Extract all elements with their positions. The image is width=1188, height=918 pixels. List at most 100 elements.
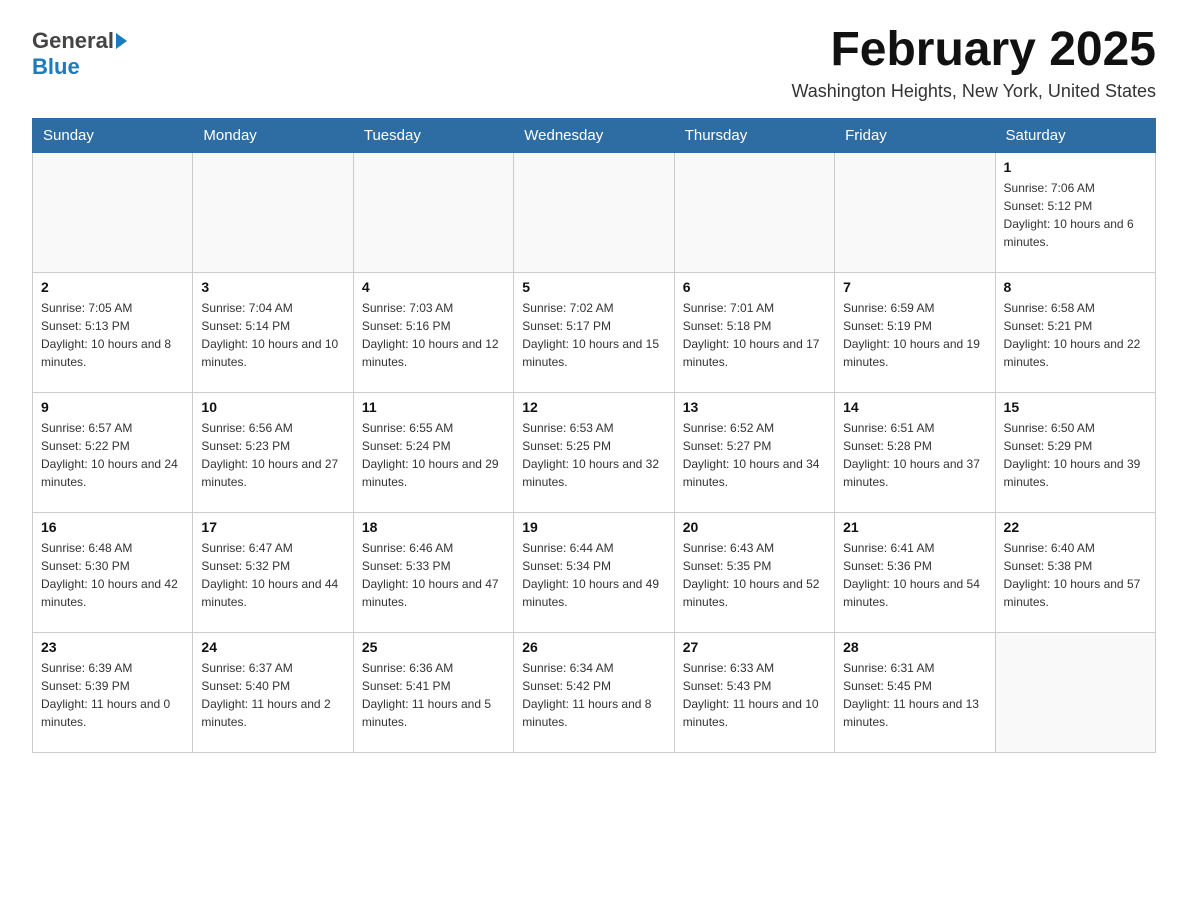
day-number: 14 (843, 399, 986, 415)
day-number: 16 (41, 519, 184, 535)
day-info: Sunrise: 6:57 AMSunset: 5:22 PMDaylight:… (41, 419, 184, 491)
day-info: Sunrise: 6:51 AMSunset: 5:28 PMDaylight:… (843, 419, 986, 491)
calendar-cell: 22 Sunrise: 6:40 AMSunset: 5:38 PMDayligh… (995, 512, 1155, 632)
calendar-cell: 5 Sunrise: 7:02 AMSunset: 5:17 PMDaylight… (514, 272, 674, 392)
day-info: Sunrise: 6:56 AMSunset: 5:23 PMDaylight:… (201, 419, 344, 491)
day-info: Sunrise: 6:37 AMSunset: 5:40 PMDaylight:… (201, 659, 344, 731)
calendar-cell: 2 Sunrise: 7:05 AMSunset: 5:13 PMDaylight… (33, 272, 193, 392)
day-number: 28 (843, 639, 986, 655)
day-number: 19 (522, 519, 665, 535)
day-info: Sunrise: 6:36 AMSunset: 5:41 PMDaylight:… (362, 659, 505, 731)
day-info: Sunrise: 6:53 AMSunset: 5:25 PMDaylight:… (522, 419, 665, 491)
logo-blue-text: Blue (32, 54, 80, 79)
weekday-header-wednesday: Wednesday (514, 118, 674, 152)
day-info: Sunrise: 6:46 AMSunset: 5:33 PMDaylight:… (362, 539, 505, 611)
calendar-week-1: 1 Sunrise: 7:06 AMSunset: 5:12 PMDaylight… (33, 152, 1156, 272)
calendar-cell (995, 632, 1155, 752)
weekday-header-saturday: Saturday (995, 118, 1155, 152)
calendar-cell: 26Sunrise: 6:34 AMSunset: 5:42 PMDayligh… (514, 632, 674, 752)
day-info: Sunrise: 6:50 AMSunset: 5:29 PMDaylight:… (1004, 419, 1147, 491)
calendar-cell: 28 Sunrise: 6:31 AMSunset: 5:45 PMDayligh… (835, 632, 995, 752)
day-number: 12 (522, 399, 665, 415)
day-number: 9 (41, 399, 184, 415)
calendar-cell: 9 Sunrise: 6:57 AMSunset: 5:22 PMDaylight… (33, 392, 193, 512)
calendar-cell: 8Sunrise: 6:58 AMSunset: 5:21 PMDaylight… (995, 272, 1155, 392)
logo-arrow-icon (116, 33, 127, 49)
day-number: 25 (362, 639, 505, 655)
day-info: Sunrise: 7:06 AMSunset: 5:12 PMDaylight:… (1004, 179, 1147, 251)
day-info: Sunrise: 7:04 AMSunset: 5:14 PMDaylight:… (201, 299, 344, 371)
day-number: 13 (683, 399, 826, 415)
day-info: Sunrise: 7:05 AMSunset: 5:13 PMDaylight:… (41, 299, 184, 371)
day-number: 6 (683, 279, 826, 295)
day-number: 20 (683, 519, 826, 535)
calendar-cell: 13 Sunrise: 6:52 AMSunset: 5:27 PMDayligh… (674, 392, 834, 512)
day-number: 5 (522, 279, 665, 295)
calendar-cell (674, 152, 834, 272)
day-info: Sunrise: 6:48 AMSunset: 5:30 PMDaylight:… (41, 539, 184, 611)
day-number: 27 (683, 639, 826, 655)
calendar-cell: 17Sunrise: 6:47 AMSunset: 5:32 PMDayligh… (193, 512, 353, 632)
day-info: Sunrise: 6:41 AMSunset: 5:36 PMDaylight:… (843, 539, 986, 611)
calendar-cell: 23Sunrise: 6:39 AMSunset: 5:39 PMDayligh… (33, 632, 193, 752)
location-title: Washington Heights, New York, United Sta… (791, 81, 1156, 102)
calendar-week-3: 9 Sunrise: 6:57 AMSunset: 5:22 PMDaylight… (33, 392, 1156, 512)
day-number: 4 (362, 279, 505, 295)
day-number: 18 (362, 519, 505, 535)
calendar-cell: 20 Sunrise: 6:43 AMSunset: 5:35 PMDayligh… (674, 512, 834, 632)
calendar-cell: 4 Sunrise: 7:03 AMSunset: 5:16 PMDaylight… (353, 272, 513, 392)
day-info: Sunrise: 6:31 AMSunset: 5:45 PMDaylight:… (843, 659, 986, 731)
logo-general-text: General (32, 28, 114, 54)
calendar-cell: 15 Sunrise: 6:50 AMSunset: 5:29 PMDayligh… (995, 392, 1155, 512)
weekday-header-tuesday: Tuesday (353, 118, 513, 152)
day-number: 21 (843, 519, 986, 535)
calendar-cell: 6Sunrise: 7:01 AMSunset: 5:18 PMDaylight… (674, 272, 834, 392)
calendar-cell: 21 Sunrise: 6:41 AMSunset: 5:36 PMDayligh… (835, 512, 995, 632)
weekday-header-friday: Friday (835, 118, 995, 152)
weekday-header-monday: Monday (193, 118, 353, 152)
calendar-cell: 19Sunrise: 6:44 AMSunset: 5:34 PMDayligh… (514, 512, 674, 632)
day-info: Sunrise: 6:39 AMSunset: 5:39 PMDaylight:… (41, 659, 184, 731)
day-number: 11 (362, 399, 505, 415)
calendar-cell: 10Sunrise: 6:56 AMSunset: 5:23 PMDayligh… (193, 392, 353, 512)
weekday-header-sunday: Sunday (33, 118, 193, 152)
calendar-cell: 11 Sunrise: 6:55 AMSunset: 5:24 PMDayligh… (353, 392, 513, 512)
calendar-cell: 16 Sunrise: 6:48 AMSunset: 5:30 PMDayligh… (33, 512, 193, 632)
day-number: 17 (201, 519, 344, 535)
calendar-cell (835, 152, 995, 272)
day-number: 24 (201, 639, 344, 655)
calendar-cell: 14 Sunrise: 6:51 AMSunset: 5:28 PMDayligh… (835, 392, 995, 512)
calendar-cell: 1 Sunrise: 7:06 AMSunset: 5:12 PMDaylight… (995, 152, 1155, 272)
calendar-table: SundayMondayTuesdayWednesdayThursdayFrid… (32, 118, 1156, 753)
calendar-week-2: 2 Sunrise: 7:05 AMSunset: 5:13 PMDaylight… (33, 272, 1156, 392)
day-info: Sunrise: 6:58 AMSunset: 5:21 PMDaylight:… (1004, 299, 1147, 371)
day-info: Sunrise: 7:02 AMSunset: 5:17 PMDaylight:… (522, 299, 665, 371)
title-section: February 2025 Washington Heights, New Yo… (791, 24, 1156, 102)
day-info: Sunrise: 6:34 AMSunset: 5:42 PMDaylight:… (522, 659, 665, 731)
calendar-cell (514, 152, 674, 272)
calendar-cell: 25 Sunrise: 6:36 AMSunset: 5:41 PMDayligh… (353, 632, 513, 752)
day-info: Sunrise: 7:03 AMSunset: 5:16 PMDaylight:… (362, 299, 505, 371)
weekday-header-thursday: Thursday (674, 118, 834, 152)
day-number: 3 (201, 279, 344, 295)
day-number: 1 (1004, 159, 1147, 175)
calendar-cell: 3 Sunrise: 7:04 AMSunset: 5:14 PMDaylight… (193, 272, 353, 392)
day-info: Sunrise: 6:33 AMSunset: 5:43 PMDaylight:… (683, 659, 826, 731)
day-number: 22 (1004, 519, 1147, 535)
logo: General Blue (32, 24, 127, 80)
day-info: Sunrise: 6:52 AMSunset: 5:27 PMDaylight:… (683, 419, 826, 491)
calendar-header-row: SundayMondayTuesdayWednesdayThursdayFrid… (33, 118, 1156, 152)
calendar-week-4: 16 Sunrise: 6:48 AMSunset: 5:30 PMDayligh… (33, 512, 1156, 632)
day-number: 15 (1004, 399, 1147, 415)
calendar-cell: 7Sunrise: 6:59 AMSunset: 5:19 PMDaylight… (835, 272, 995, 392)
day-info: Sunrise: 6:55 AMSunset: 5:24 PMDaylight:… (362, 419, 505, 491)
month-title: February 2025 (791, 24, 1156, 77)
calendar-cell: 12 Sunrise: 6:53 AMSunset: 5:25 PMDayligh… (514, 392, 674, 512)
day-number: 2 (41, 279, 184, 295)
calendar-cell: 27 Sunrise: 6:33 AMSunset: 5:43 PMDayligh… (674, 632, 834, 752)
page-header: General Blue February 2025 Washington He… (32, 24, 1156, 102)
day-info: Sunrise: 6:43 AMSunset: 5:35 PMDaylight:… (683, 539, 826, 611)
calendar-cell: 18 Sunrise: 6:46 AMSunset: 5:33 PMDayligh… (353, 512, 513, 632)
calendar-cell (353, 152, 513, 272)
day-info: Sunrise: 6:40 AMSunset: 5:38 PMDaylight:… (1004, 539, 1147, 611)
